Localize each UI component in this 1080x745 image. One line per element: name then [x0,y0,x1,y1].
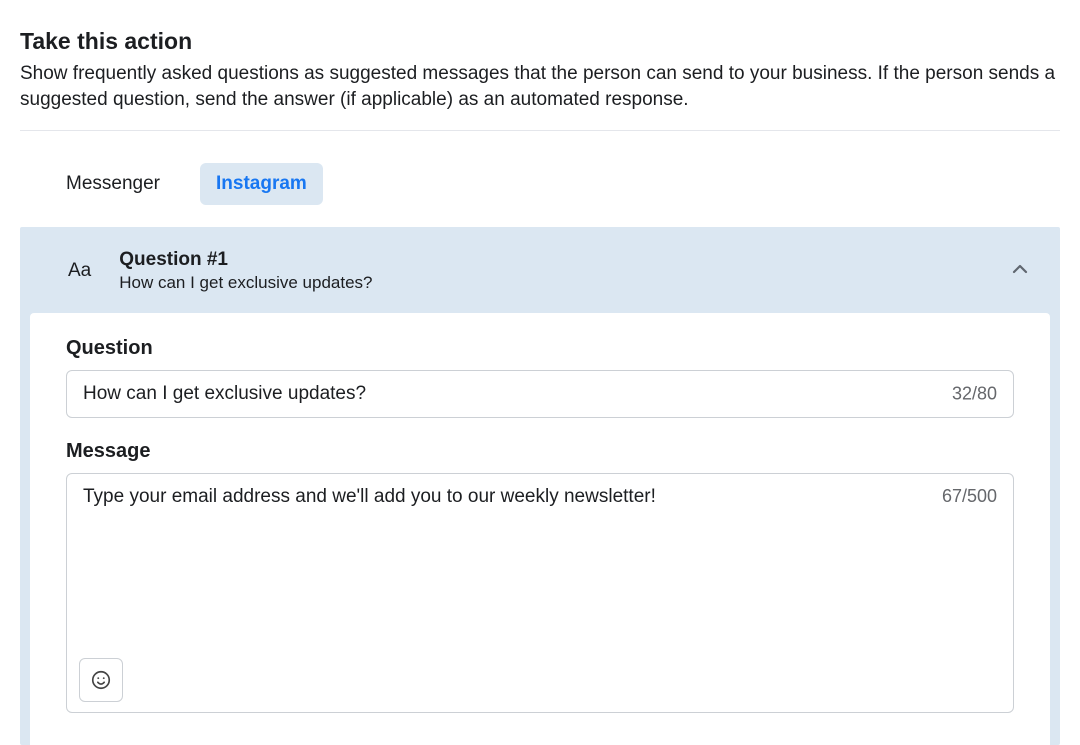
emoji-picker-button[interactable] [79,658,123,702]
question-panel-header-text: Question #1 How can I get exclusive upda… [119,249,1004,293]
question-preview-text: How can I get exclusive updates? [119,273,1004,293]
question-number-title: Question #1 [119,249,1004,271]
emoji-icon [90,669,112,691]
question-field-block: Question 32/80 [66,337,1014,418]
question-panel-body: Question 32/80 Message 67/500 [30,313,1050,745]
section-divider [20,130,1060,131]
question-field-label: Question [66,337,1014,360]
question-input-wrap: 32/80 [66,370,1014,418]
page-description: Show frequently asked questions as sugge… [20,61,1060,112]
platform-tabs: Messenger Instagram [20,163,1060,205]
question-char-count: 32/80 [952,384,997,405]
message-field-label: Message [66,440,1014,463]
page-title: Take this action [20,28,1060,55]
question-panel-header[interactable]: Aa Question #1 How can I get exclusive u… [20,227,1060,313]
tab-messenger[interactable]: Messenger [50,163,176,205]
question-panel: Aa Question #1 How can I get exclusive u… [20,227,1060,745]
message-char-count: 67/500 [942,486,997,507]
question-input[interactable] [67,371,1013,417]
tab-instagram[interactable]: Instagram [200,163,323,205]
message-textarea-wrap: 67/500 [66,473,1014,713]
message-textarea[interactable] [67,474,1013,712]
chevron-up-icon[interactable] [1004,253,1036,290]
message-field-block: Message 67/500 [66,440,1014,713]
text-style-icon: Aa [68,260,91,282]
